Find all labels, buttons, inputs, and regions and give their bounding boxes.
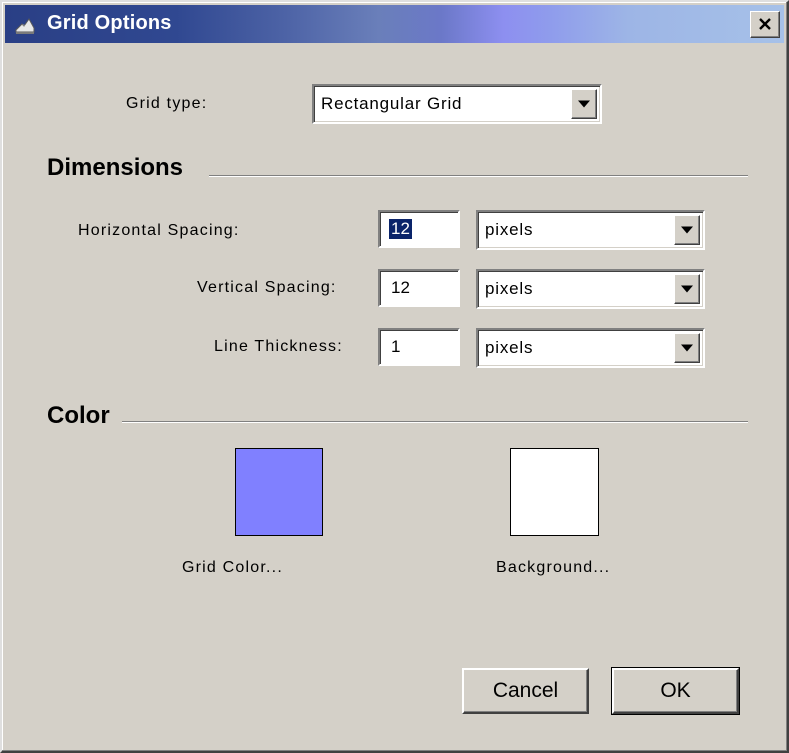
grid-type-select[interactable]: Rectangular Grid	[312, 84, 602, 124]
line-thickness-label: Line Thickness:	[214, 338, 343, 355]
line-thickness-unit-value: pixels	[485, 338, 534, 357]
vertical-spacing-unit-value: pixels	[485, 279, 534, 298]
dimensions-divider	[209, 175, 748, 177]
dialog-app-icon	[13, 13, 37, 37]
line-thickness-unit-dropdown-button[interactable]	[674, 333, 700, 363]
close-icon	[759, 18, 771, 30]
background-color-button[interactable]: Background...	[496, 559, 610, 577]
grid-color-swatch[interactable]	[235, 448, 323, 536]
grid-options-dialog: Grid Options Grid type: Rectangular Grid…	[0, 0, 789, 753]
ok-button[interactable]: OK	[611, 667, 740, 715]
chevron-down-icon	[681, 226, 693, 234]
grid-type-dropdown-button[interactable]	[571, 89, 597, 119]
title-bar[interactable]: Grid Options	[5, 5, 784, 43]
dimensions-heading: Dimensions	[47, 154, 184, 181]
line-thickness-unit-select[interactable]: pixels	[476, 328, 705, 368]
grid-type-label: Grid type:	[126, 95, 208, 112]
vertical-spacing-unit-dropdown-button[interactable]	[674, 274, 700, 304]
color-heading: Color	[47, 402, 110, 429]
line-thickness-value: 1	[391, 337, 401, 356]
horizontal-spacing-value: 12	[389, 219, 412, 239]
chevron-down-icon	[681, 285, 693, 293]
horizontal-spacing-unit-dropdown-button[interactable]	[674, 215, 700, 245]
vertical-spacing-unit-select[interactable]: pixels	[476, 269, 705, 309]
ok-button-label: OK	[660, 679, 691, 702]
cancel-button-label: Cancel	[492, 679, 559, 702]
vertical-spacing-input[interactable]: 12	[378, 269, 460, 307]
line-thickness-input[interactable]: 1	[378, 328, 460, 366]
grid-color-button[interactable]: Grid Color...	[182, 559, 283, 577]
chevron-down-icon	[681, 344, 693, 352]
cancel-button[interactable]: Cancel	[462, 668, 589, 714]
horizontal-spacing-unit-value: pixels	[485, 220, 534, 239]
horizontal-spacing-unit-select[interactable]: pixels	[476, 210, 705, 250]
grid-type-value: Rectangular Grid	[321, 94, 463, 113]
horizontal-spacing-label: Horizontal Spacing:	[78, 222, 240, 239]
vertical-spacing-value: 12	[391, 278, 410, 297]
background-color-swatch[interactable]	[510, 448, 599, 536]
color-divider	[122, 421, 748, 423]
chevron-down-icon	[578, 100, 590, 108]
close-button[interactable]	[750, 11, 780, 38]
horizontal-spacing-input[interactable]: 12	[378, 210, 460, 248]
window-title: Grid Options	[47, 12, 172, 34]
vertical-spacing-label: Vertical Spacing:	[197, 279, 337, 296]
